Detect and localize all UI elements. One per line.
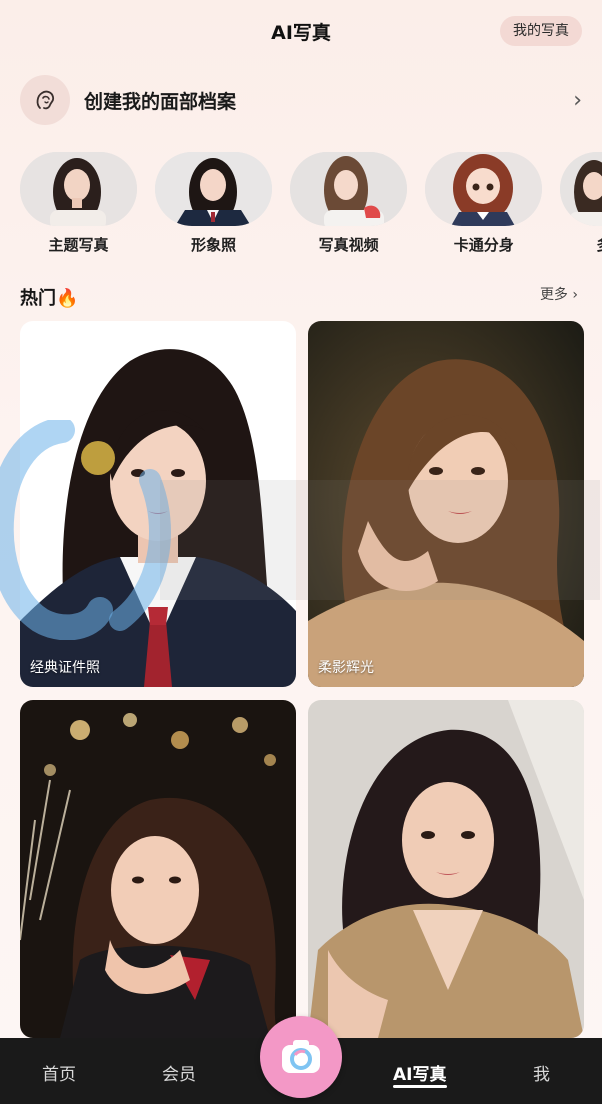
card-image — [308, 700, 584, 1038]
create-face-profile-label: 创建我的面部档案 — [84, 90, 237, 113]
category-theme-photo[interactable]: 主题写真 — [20, 152, 137, 255]
card-caption: 经典证件照 — [30, 660, 100, 676]
template-card[interactable] — [308, 700, 584, 1038]
category-label: 多人写 — [560, 234, 602, 255]
category-group-photo[interactable]: 多人写 — [560, 152, 602, 255]
camera-icon — [282, 1040, 320, 1073]
header: AI写真 我的写真 — [0, 0, 602, 62]
category-thumbnail — [20, 152, 137, 226]
category-label: 写真视频 — [318, 236, 379, 254]
category-thumbnail — [560, 152, 602, 226]
card-caption: 柔影辉光 — [318, 660, 374, 676]
card-image — [20, 700, 296, 1038]
tab-ai-photo[interactable]: AI写真 — [393, 1060, 446, 1085]
section-title: 热门🔥 — [20, 288, 79, 309]
face-profile-icon — [20, 75, 70, 125]
category-label: 主题写真 — [48, 236, 109, 254]
card-image — [20, 321, 296, 687]
create-face-profile-row[interactable]: 创建我的面部档案 › — [20, 74, 586, 126]
template-card[interactable] — [20, 700, 296, 1038]
card-image — [308, 321, 584, 687]
tab-home[interactable]: 首页 — [42, 1060, 76, 1085]
hot-section-header: 热门🔥 更多 › — [20, 282, 582, 309]
category-thumbnail — [290, 152, 408, 226]
category-photo-video[interactable]: 写真视频 — [290, 152, 408, 255]
more-label: 更多 — [539, 287, 568, 303]
category-label: 卡通分身 — [453, 236, 514, 254]
template-card[interactable]: 经典证件照 — [20, 321, 296, 687]
chevron-right-icon: › — [572, 287, 578, 303]
chevron-right-icon: › — [573, 87, 582, 113]
tab-me[interactable]: 我 — [533, 1060, 550, 1085]
category-cartoon-avatar[interactable]: 卡通分身 — [425, 152, 543, 255]
active-tab-indicator — [393, 1085, 447, 1088]
category-list: 主题写真 形象照 写真视频 卡通分身 — [20, 152, 602, 258]
my-photos-button[interactable]: 我的写真 — [500, 16, 582, 46]
template-card[interactable]: 柔影辉光 — [308, 321, 584, 687]
tab-membership[interactable]: 会员 — [162, 1060, 196, 1085]
category-thumbnail — [155, 152, 273, 226]
category-portrait[interactable]: 形象照 — [155, 152, 273, 255]
category-thumbnail — [425, 152, 543, 226]
category-label: 形象照 — [191, 236, 237, 254]
more-link[interactable]: 更多 › — [540, 284, 578, 304]
camera-button[interactable] — [260, 1016, 342, 1098]
